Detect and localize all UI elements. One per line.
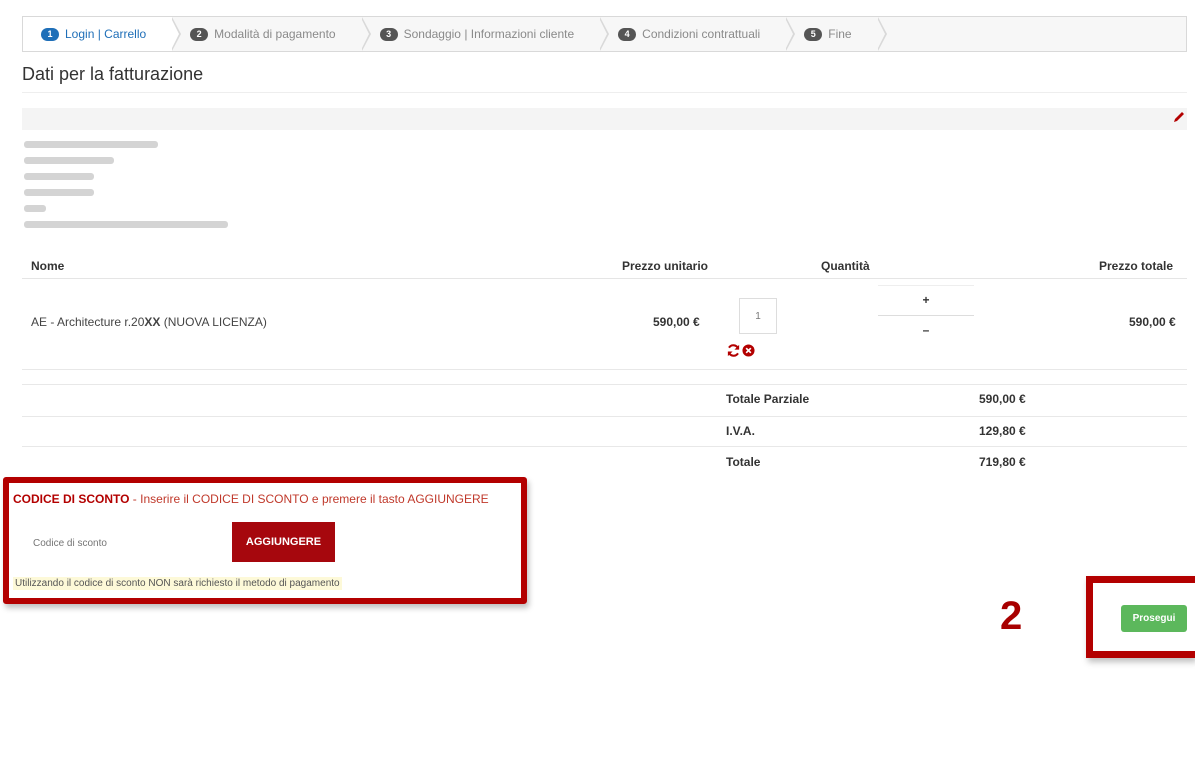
divider xyxy=(22,92,1187,93)
refresh-icon[interactable] xyxy=(726,343,741,358)
step-number-4: 4 xyxy=(618,27,637,41)
annotation-number: 2 xyxy=(1000,594,1023,638)
step-number-2: 2 xyxy=(190,27,209,41)
quantity-increase-button[interactable]: + xyxy=(878,285,974,314)
step-separator-chevron xyxy=(171,17,182,51)
discount-heading: CODICE DI SCONTO - Inserire il CODICE DI… xyxy=(13,492,489,506)
step-label: Modalità di pagamento xyxy=(214,27,336,41)
line-total-price: 590,00 € xyxy=(1129,315,1176,329)
cart-table-header: Nome Prezzo unitario Quantità Prezzo tot… xyxy=(22,250,1187,279)
vat-value: 129,80 € xyxy=(979,424,1026,438)
column-name: Nome xyxy=(31,259,65,273)
step-end[interactable]: 5 Fine xyxy=(786,17,887,51)
step-number-3: 3 xyxy=(379,27,398,41)
checkout-steps: 1 Login | Carrello 2 Modalità di pagamen… xyxy=(22,16,1187,52)
step-login-cart[interactable]: 1 Login | Carrello xyxy=(23,17,182,51)
table-row: AE - Architecture r.20XX (NUOVA LICENZA)… xyxy=(22,280,1187,370)
step-separator-chevron xyxy=(599,17,610,51)
discount-title: CODICE DI SCONTO xyxy=(13,492,130,506)
vat-label: I.V.A. xyxy=(726,424,755,438)
total-label: Totale xyxy=(726,455,761,469)
column-total-price: Prezzo totale xyxy=(1099,259,1174,273)
step-number-1: 1 xyxy=(41,27,59,41)
divider xyxy=(22,384,1187,385)
divider xyxy=(22,416,1187,417)
total-value: 719,80 € xyxy=(979,455,1026,469)
column-unit-price: Prezzo unitario xyxy=(622,259,709,273)
step-contract-conditions[interactable]: 4 Condizioni contrattuali xyxy=(600,17,796,51)
discount-code-input[interactable] xyxy=(25,524,225,562)
pencil-icon[interactable] xyxy=(1172,110,1186,124)
subtotal-label: Totale Parziale xyxy=(726,392,810,406)
unit-price: 590,00 € xyxy=(653,315,700,329)
column-quantity: Quantità xyxy=(821,259,870,273)
discount-instruction: - Inserire il CODICE DI SCONTO e premere… xyxy=(129,492,489,506)
step-separator-chevron xyxy=(360,17,371,51)
step-survey-customer-info[interactable]: 3 Sondaggio | Informazioni cliente xyxy=(362,17,610,51)
step-separator-chevron xyxy=(785,17,796,51)
continue-button[interactable]: Prosegui xyxy=(1121,605,1187,632)
step-separator-chevron xyxy=(876,17,887,51)
discount-code-panel: CODICE DI SCONTO - Inserire il CODICE DI… xyxy=(3,477,527,604)
billing-header-bar xyxy=(22,108,1187,130)
step-label: Login | Carrello xyxy=(65,27,147,41)
remove-circle-icon[interactable] xyxy=(742,344,755,357)
divider xyxy=(22,369,1187,370)
discount-note: Utilizzando il codice di sconto NON sarà… xyxy=(13,577,342,590)
subtotal-value: 590,00 € xyxy=(979,392,1026,406)
step-label: Condizioni contrattuali xyxy=(642,27,761,41)
billing-title: Dati per la fatturazione xyxy=(22,64,204,84)
step-number-5: 5 xyxy=(804,27,823,41)
add-discount-button[interactable]: AGGIUNGERE xyxy=(232,522,335,562)
quantity-input[interactable]: 1 xyxy=(739,298,777,334)
product-name: AE - Architecture r.20XX (NUOVA LICENZA) xyxy=(31,315,267,329)
billing-address-redacted xyxy=(24,132,228,228)
divider xyxy=(22,446,1187,447)
step-payment-method[interactable]: 2 Modalità di pagamento xyxy=(172,17,371,51)
quantity-decrease-button[interactable]: – xyxy=(878,315,974,344)
step-label: Fine xyxy=(828,27,852,41)
step-label: Sondaggio | Informazioni cliente xyxy=(403,27,575,41)
